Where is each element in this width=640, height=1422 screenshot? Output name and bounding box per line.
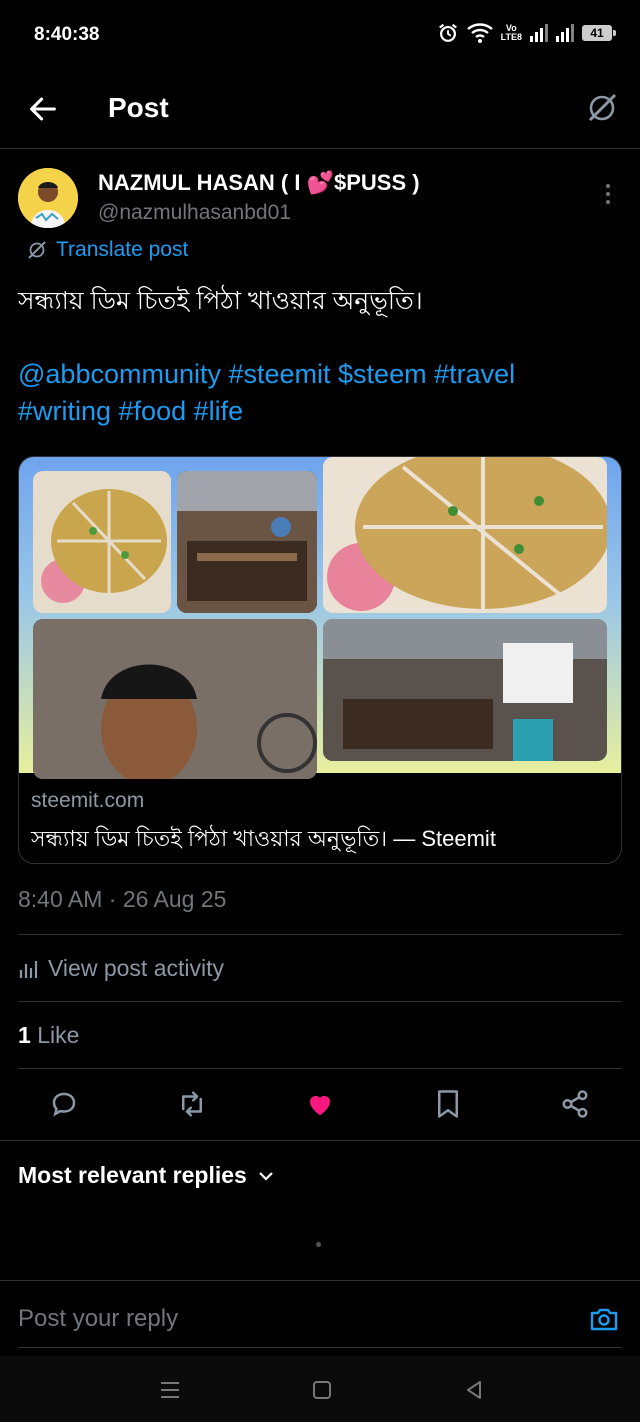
link-domain: steemit.com — [31, 789, 145, 812]
alarm-icon — [438, 23, 457, 42]
volte-indicator: Vo LTE8 — [500, 23, 522, 42]
divider — [18, 934, 622, 935]
status-bar: 8:40:38 Vo LTE8 41 — [0, 0, 640, 72]
reply-input-underline — [18, 1347, 622, 1348]
battery-icon: 41 — [582, 25, 616, 41]
link-preview-card[interactable]: steemit.com সন্ধ্যায় ডিম চিতই পিঠা খাওয… — [18, 456, 622, 864]
link-preview-image — [19, 457, 621, 779]
like-button[interactable] — [302, 1086, 338, 1122]
signal-icon — [530, 24, 548, 42]
wifi-icon — [466, 23, 493, 43]
link-title: সন্ধ্যায় ডিম চিতই পিঠা খাওয়ার অনুভূতি।… — [31, 826, 496, 851]
like-icon — [310, 1095, 330, 1116]
replies-sort-dropdown[interactable]: Most relevant replies — [18, 1162, 275, 1189]
home-icon[interactable] — [310, 1378, 334, 1402]
repost-button[interactable] — [174, 1086, 210, 1122]
avatar[interactable] — [18, 168, 78, 228]
top-app-bar: Post — [0, 72, 640, 149]
page-title: Post — [108, 92, 169, 123]
signal-icon — [556, 24, 574, 42]
back-nav-icon[interactable] — [462, 1378, 486, 1402]
post-text: সন্ধ্যায় ডিম চিতই পিঠা খাওয়ার অনুভূতি। — [18, 287, 423, 315]
system-nav-bar — [0, 1356, 640, 1422]
hashtags-line-2[interactable]: #writing #food #life — [18, 393, 618, 430]
action-bar — [0, 1086, 640, 1126]
more-options-icon[interactable] — [598, 182, 618, 206]
hashtags-line-1[interactable]: @abbcommunity #steemit $steem #travel — [18, 356, 618, 393]
post-timestamp: 8:40 AM · 26 Aug 25 — [18, 886, 227, 912]
recents-icon[interactable] — [158, 1378, 182, 1402]
grok-icon[interactable] — [584, 90, 620, 126]
bookmark-icon — [438, 1090, 458, 1118]
share-icon — [562, 1090, 588, 1118]
chevron-down-icon — [259, 1171, 273, 1181]
arrow-left-icon[interactable] — [26, 92, 60, 126]
loading-indicator — [316, 1242, 321, 1247]
status-time: 8:40:38 — [34, 24, 100, 45]
view-post-activity[interactable]: View post activity — [18, 955, 224, 982]
reply-input[interactable]: Post your reply — [18, 1305, 178, 1333]
analytics-icon — [19, 960, 38, 978]
reply-icon — [52, 1092, 76, 1117]
replies-sort-label: Most relevant replies — [18, 1162, 247, 1188]
author-handle[interactable]: @nazmulhasanbd01 — [98, 201, 291, 225]
camera-icon[interactable] — [588, 1303, 620, 1335]
repost-icon — [182, 1091, 202, 1117]
translate-post-link[interactable]: Translate post — [26, 238, 188, 262]
reply-composer: Post your reply — [0, 1280, 640, 1357]
author-name[interactable]: NAZMUL HASAN ( I 💕$PUSS ) — [98, 170, 420, 196]
divider — [18, 1001, 622, 1002]
divider — [18, 1068, 622, 1069]
post-hashtags: @abbcommunity #steemit $steem #travel #w… — [18, 356, 618, 430]
likes-count[interactable]: 1 Like — [18, 1022, 79, 1049]
grok-icon — [28, 241, 46, 259]
bookmark-button[interactable] — [430, 1086, 466, 1122]
activity-label: View post activity — [48, 955, 224, 981]
reply-button[interactable] — [46, 1086, 82, 1122]
divider — [0, 1140, 640, 1141]
share-button[interactable] — [557, 1086, 593, 1122]
translate-label: Translate post — [56, 238, 189, 261]
